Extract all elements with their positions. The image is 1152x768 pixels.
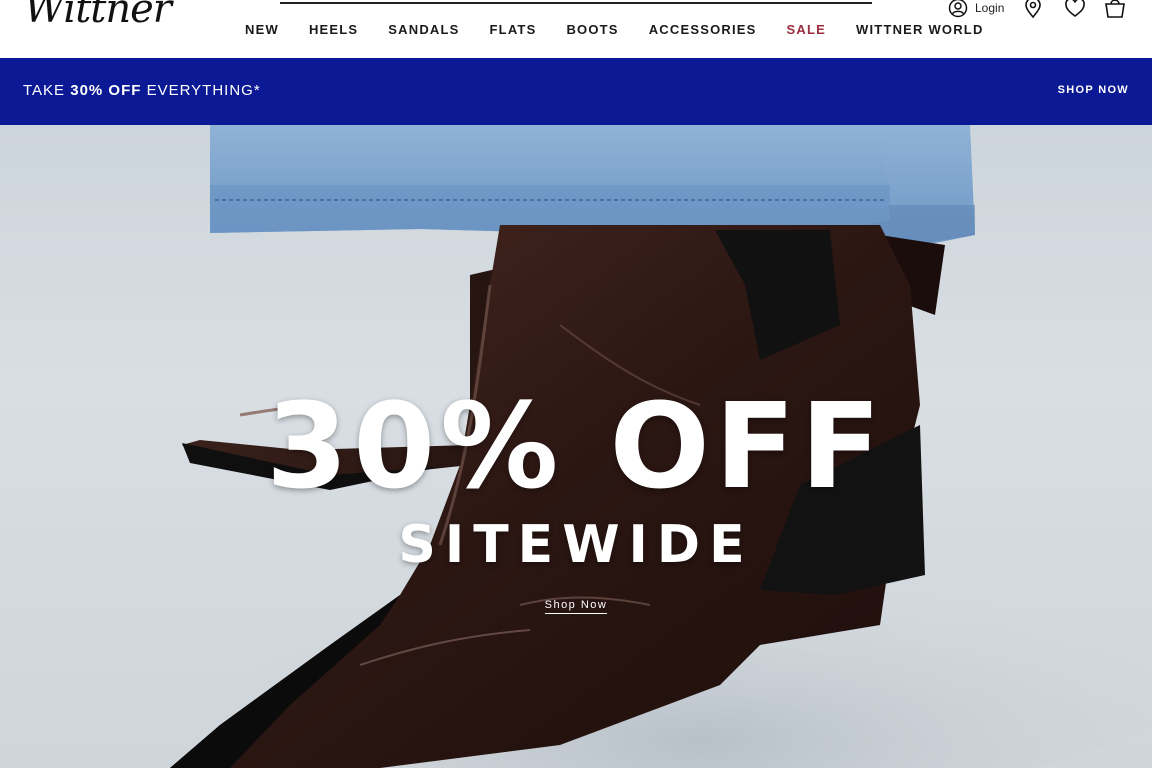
heart-icon: [1065, 0, 1085, 17]
nav-item-accessories[interactable]: ACCESSORIES: [649, 22, 757, 37]
user-icon: [948, 0, 968, 18]
main-nav: NEW HEELS SANDALS FLATS BOOTS ACCESSORIE…: [230, 22, 1014, 37]
promo-message: TAKE 30% OFF EVERYTHING*: [23, 82, 261, 99]
hero-cta-wrapper: Shop Now: [0, 595, 1152, 614]
location-pin-icon: [1025, 0, 1041, 19]
store-locator-button[interactable]: [1023, 0, 1043, 19]
nav-item-heels[interactable]: HEELS: [309, 22, 358, 37]
shopping-bag-icon: [1105, 0, 1125, 18]
hero-subtitle: SITEWIDE: [398, 515, 754, 575]
promo-prefix: TAKE: [23, 82, 71, 99]
nav-item-flats[interactable]: FLATS: [490, 22, 537, 37]
promo-banner: TAKE 30% OFF EVERYTHING* SHOP NOW: [0, 58, 1152, 125]
site-header: Wittner NEW HEELS SANDALS FLATS BOOTS AC…: [0, 0, 1152, 58]
nav-item-sandals[interactable]: SANDALS: [388, 22, 459, 37]
nav-item-boots[interactable]: BOOTS: [566, 22, 618, 37]
promo-highlight: 30% OFF: [70, 82, 142, 99]
login-link[interactable]: Login: [948, 0, 1004, 19]
login-label: Login: [975, 1, 1005, 15]
nav-item-wittner-world[interactable]: WITTNER WORLD: [856, 22, 984, 37]
hero-title: 30% OFF: [265, 377, 887, 515]
wishlist-button[interactable]: [1064, 0, 1086, 19]
nav-item-new[interactable]: NEW: [245, 22, 279, 37]
promo-shop-now-link[interactable]: SHOP NOW: [1058, 84, 1129, 96]
brand-logo[interactable]: Wittner: [24, 0, 172, 32]
cart-button[interactable]: [1103, 0, 1127, 19]
hero-banner[interactable]: 30% OFF SITEWIDE Shop Now: [0, 125, 1152, 768]
promo-suffix: EVERYTHING*: [141, 82, 261, 99]
search-underline[interactable]: [280, 2, 872, 4]
nav-item-sale[interactable]: SALE: [787, 22, 826, 37]
hero-shop-now-link[interactable]: Shop Now: [544, 599, 608, 614]
